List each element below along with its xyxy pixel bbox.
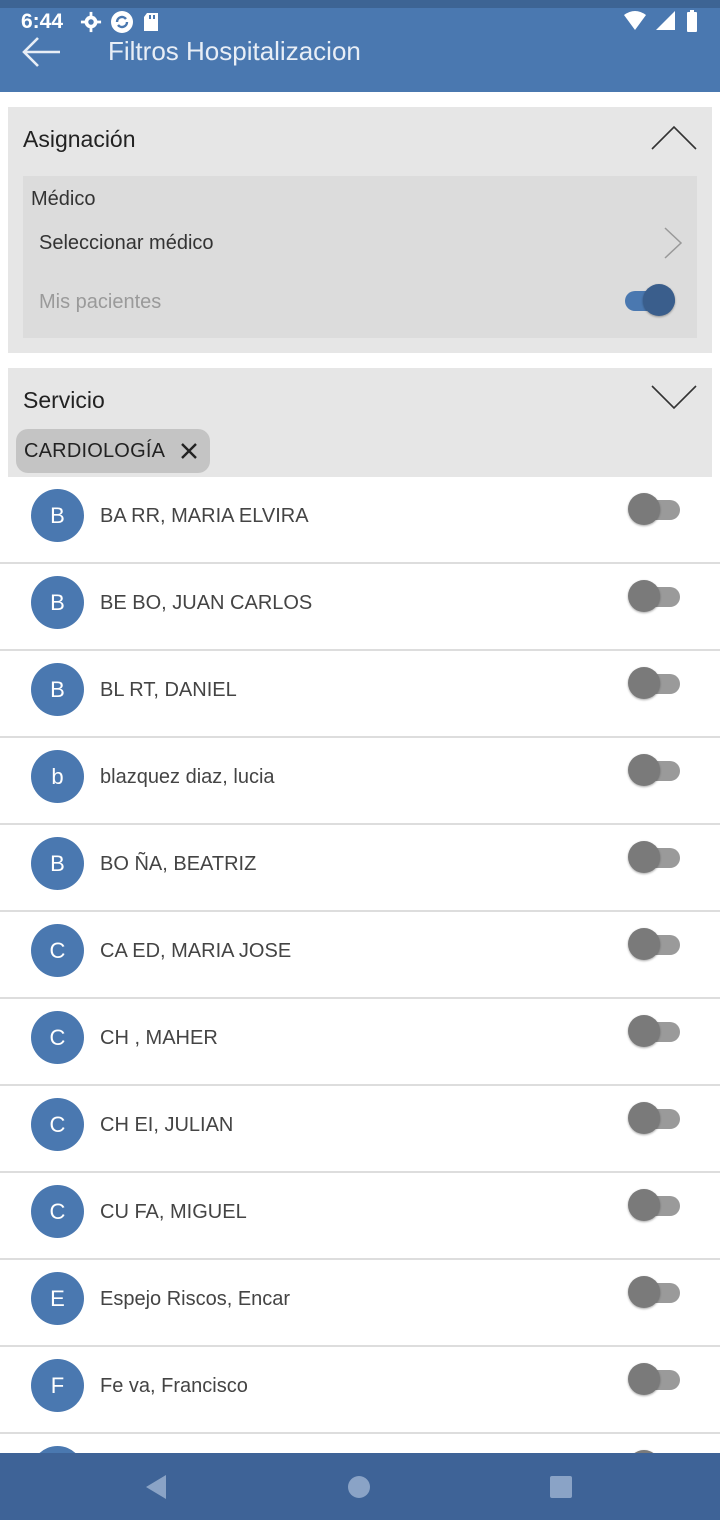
- signal-icon: [656, 11, 675, 30]
- toggle-knob: [628, 667, 660, 699]
- list-item-partial[interactable]: [0, 1434, 720, 1453]
- toggle-knob: [628, 1102, 660, 1134]
- close-icon[interactable]: [180, 442, 198, 460]
- doctor-toggle[interactable]: [628, 580, 682, 614]
- doctor-name: CH , MAHER: [100, 1027, 218, 1049]
- toggle-knob: [628, 493, 660, 525]
- avatar: F: [31, 1359, 84, 1412]
- avatar: B: [31, 663, 84, 716]
- sd-card-icon: [144, 13, 158, 31]
- settings-icon: [80, 11, 102, 33]
- toggle-knob: [643, 284, 675, 316]
- list-item[interactable]: B BA RR, MARIA ELVIRA: [0, 477, 720, 564]
- recents-nav-icon[interactable]: [545, 1471, 577, 1503]
- doctor-toggle[interactable]: [628, 493, 682, 527]
- sync-icon: [111, 11, 133, 33]
- list-item[interactable]: B BO ÑA, BEATRIZ: [0, 825, 720, 912]
- avatar: b: [31, 750, 84, 803]
- list-item[interactable]: b blazquez diaz, lucia: [0, 738, 720, 825]
- back-arrow-icon[interactable]: [22, 34, 62, 70]
- medico-label: Médico: [31, 188, 96, 210]
- doctor-toggle[interactable]: [628, 1102, 682, 1136]
- doctor-list: B BA RR, MARIA ELVIRA B BE BO, JUAN CARL…: [0, 477, 720, 1453]
- chip-label: CARDIOLOGÍA: [24, 440, 166, 462]
- list-item[interactable]: C CU FA, MIGUEL: [0, 1173, 720, 1260]
- avatar: C: [31, 1011, 84, 1064]
- wifi-icon: [624, 11, 646, 30]
- list-item[interactable]: C CH , MAHER: [0, 999, 720, 1086]
- avatar: B: [31, 489, 84, 542]
- doctor-name: BO ÑA, BEATRIZ: [100, 853, 257, 875]
- home-nav-icon[interactable]: [343, 1471, 375, 1503]
- chevron-up-icon[interactable]: [650, 123, 698, 151]
- list-item[interactable]: C CH EI, JULIAN: [0, 1086, 720, 1173]
- toggle-knob: [628, 1363, 660, 1395]
- system-nav-bar: [0, 1453, 720, 1520]
- status-time: 6:44: [21, 10, 64, 33]
- avatar: C: [31, 1185, 84, 1238]
- chevron-right-icon[interactable]: [663, 226, 683, 260]
- toggle-knob: [628, 1276, 660, 1308]
- servicio-panel: Servicio CARDIOLOGÍA: [8, 368, 712, 477]
- toggle-knob: [628, 1189, 660, 1221]
- list-item[interactable]: B BE BO, JUAN CARLOS: [0, 564, 720, 651]
- status-notification-icons: [80, 10, 160, 34]
- doctor-toggle[interactable]: [628, 1015, 682, 1049]
- toggle-knob: [628, 841, 660, 873]
- doctor-toggle[interactable]: [628, 667, 682, 701]
- doctor-toggle[interactable]: [628, 1276, 682, 1310]
- list-item[interactable]: C CA ED, MARIA JOSE: [0, 912, 720, 999]
- page-title: Filtros Hospitalizacion: [108, 36, 361, 66]
- doctor-name: blazquez diaz, lucia: [100, 766, 275, 788]
- avatar: C: [31, 1098, 84, 1151]
- doctor-name: CH EI, JULIAN: [100, 1114, 234, 1136]
- back-nav-icon[interactable]: [140, 1471, 172, 1503]
- medico-section: Médico Seleccionar médico Mis pacientes: [23, 176, 697, 338]
- avatar: B: [31, 837, 84, 890]
- avatar: C: [31, 924, 84, 977]
- doctor-name: BE BO, JUAN CARLOS: [100, 592, 313, 614]
- servicio-title: Servicio: [23, 387, 105, 413]
- doctor-name: Espejo Riscos, Encar: [100, 1288, 291, 1310]
- doctor-toggle[interactable]: [628, 1189, 682, 1223]
- toggle-knob: [628, 928, 660, 960]
- list-item[interactable]: F Fe va, Francisco: [0, 1347, 720, 1434]
- doctor-toggle[interactable]: [628, 841, 682, 875]
- toggle-knob: [628, 754, 660, 786]
- doctor-name: BL RT, DANIEL: [100, 679, 237, 701]
- doctor-name: CU FA, MIGUEL: [100, 1201, 247, 1223]
- doctor-name: Fe va, Francisco: [100, 1375, 248, 1397]
- doctor-name: CA ED, MARIA JOSE: [100, 940, 292, 962]
- list-item[interactable]: B BL RT, DANIEL: [0, 651, 720, 738]
- app-bar: 6:44 Filtros Hospitalizacion: [0, 0, 720, 92]
- toggle-knob: [628, 1015, 660, 1047]
- select-medico-button[interactable]: Seleccionar médico: [39, 232, 214, 255]
- avatar: E: [31, 1272, 84, 1325]
- status-system-icons: [624, 10, 698, 32]
- battery-icon: [687, 10, 697, 32]
- status-bar: 6:44: [0, 8, 720, 38]
- list-item[interactable]: E Espejo Riscos, Encar: [0, 1260, 720, 1347]
- doctor-toggle[interactable]: [628, 928, 682, 962]
- toggle-knob: [628, 580, 660, 612]
- doctor-name: BA RR, MARIA ELVIRA: [100, 505, 309, 527]
- asignacion-title: Asignación: [23, 126, 136, 152]
- mis-pacientes-label: Mis pacientes: [39, 291, 162, 313]
- servicio-chip: CARDIOLOGÍA: [16, 429, 210, 473]
- mis-pacientes-toggle[interactable]: [623, 284, 677, 318]
- doctor-toggle[interactable]: [628, 1363, 682, 1397]
- chevron-down-icon[interactable]: [650, 384, 698, 412]
- doctor-toggle[interactable]: [628, 754, 682, 788]
- avatar: B: [31, 576, 84, 629]
- asignacion-panel: Asignación Médico Seleccionar médico Mis…: [8, 107, 712, 353]
- avatar: [31, 1446, 84, 1453]
